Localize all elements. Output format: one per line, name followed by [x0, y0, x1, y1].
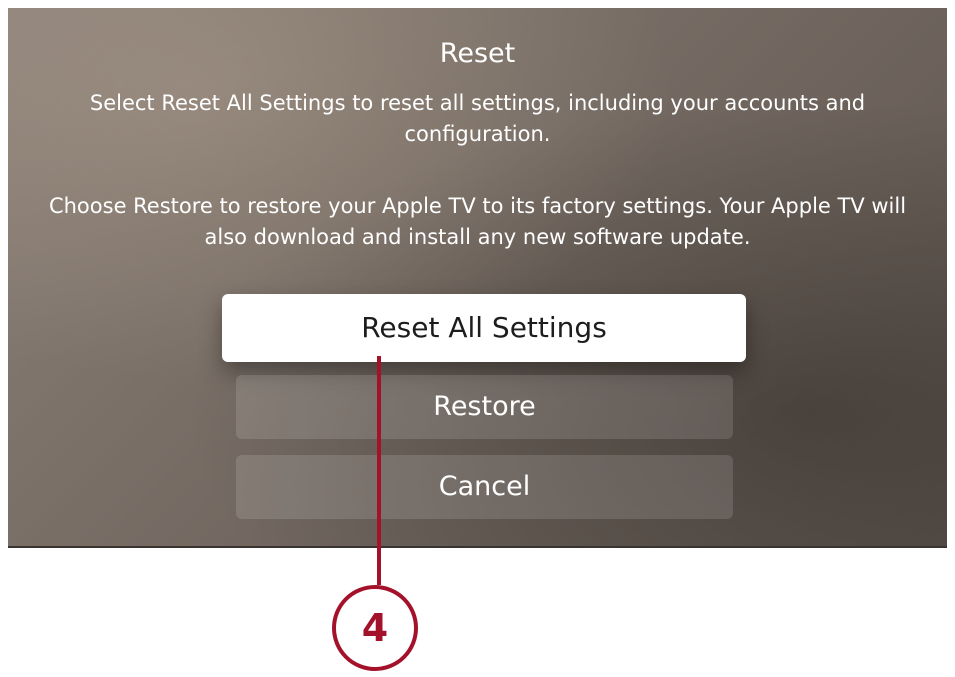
dialog-description-restore: Choose Restore to restore your Apple TV …	[48, 194, 907, 249]
callout-line	[377, 356, 381, 585]
dialog-description-reset: Select Reset All Settings to reset all s…	[89, 91, 866, 146]
cancel-button[interactable]: Cancel	[236, 455, 733, 519]
restore-button[interactable]: Restore	[236, 375, 733, 439]
dialog-title: Reset	[439, 38, 516, 69]
page: Reset Select Reset All Settings to reset…	[0, 0, 955, 677]
reset-dialog: Reset Select Reset All Settings to reset…	[8, 8, 947, 548]
callout-number-badge: 4	[332, 585, 418, 671]
reset-all-settings-button[interactable]: Reset All Settings	[222, 294, 746, 362]
